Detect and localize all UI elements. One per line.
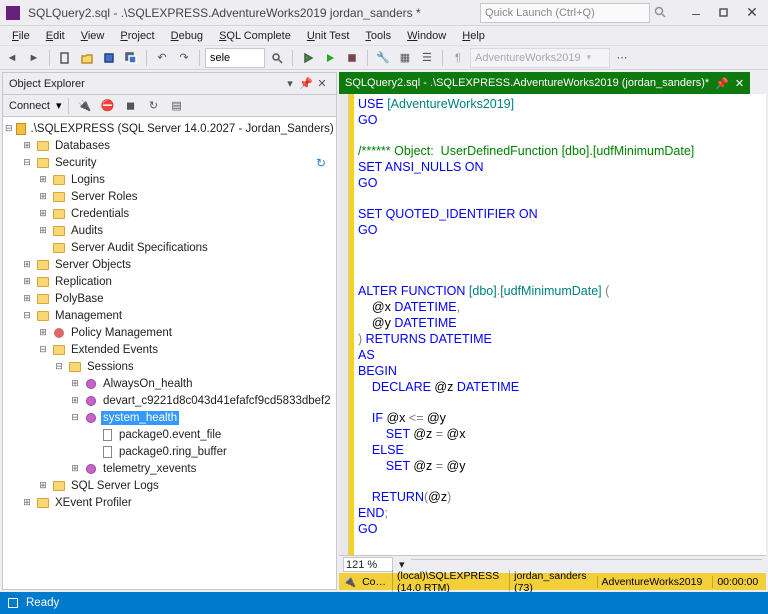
stop-button[interactable] bbox=[342, 48, 362, 68]
tab-close-icon[interactable]: ✕ bbox=[735, 77, 744, 90]
status-bar: Ready bbox=[0, 592, 768, 614]
refresh-conn-button[interactable]: ↻ bbox=[144, 96, 164, 116]
search-icon[interactable] bbox=[654, 6, 668, 20]
editor-tab-active[interactable]: SQLQuery2.sql - .\SQLEXPRESS.AdventureWo… bbox=[339, 72, 750, 94]
tree-server-objects[interactable]: ⊞Server Objects bbox=[5, 256, 334, 273]
connection-status-bar: 🔌 Co… (local)\SQLEXPRESS (14.0 RTM) jord… bbox=[339, 573, 766, 590]
menu-project[interactable]: Project bbox=[112, 28, 162, 44]
code-text[interactable]: USE [AdventureWorks2019] GO /****** Obje… bbox=[354, 94, 766, 555]
status-time: 00:00:00 bbox=[712, 576, 762, 588]
status-text: Ready bbox=[26, 597, 59, 609]
menu-bar: File Edit View Project Debug SQL Complet… bbox=[0, 26, 768, 46]
menu-debug[interactable]: Debug bbox=[163, 28, 211, 44]
menu-sqlcomplete[interactable]: SQL Complete bbox=[211, 28, 299, 44]
refresh-icon[interactable]: ↻ bbox=[316, 156, 334, 170]
tool-grid-icon[interactable]: ▦ bbox=[395, 48, 415, 68]
panel-connect-bar: Connect▾ 🔌 ⛔ ◼ ↻ ▤ bbox=[3, 95, 336, 117]
save-all-button[interactable] bbox=[121, 48, 141, 68]
minimize-button[interactable]: – bbox=[686, 3, 706, 23]
tree-sqllogs[interactable]: ⊞SQL Server Logs bbox=[5, 477, 334, 494]
object-explorer-panel: Object Explorer ▾ 📌 ✕ Connect▾ 🔌 ⛔ ◼ ↻ ▤… bbox=[2, 72, 337, 590]
tree-server-roles[interactable]: ⊞Server Roles bbox=[5, 188, 334, 205]
editor-gutter bbox=[339, 94, 349, 555]
save-button[interactable] bbox=[99, 48, 119, 68]
editor-tabs: SQLQuery2.sql - .\SQLEXPRESS.AdventureWo… bbox=[339, 72, 766, 94]
menu-tools[interactable]: Tools bbox=[357, 28, 399, 44]
tree-sessions[interactable]: ⊟Sessions bbox=[5, 358, 334, 375]
conn-status-text: Co… bbox=[362, 576, 386, 588]
execute-button[interactable] bbox=[298, 48, 318, 68]
nav-back-button[interactable]: ◄ bbox=[2, 48, 22, 68]
tree-replication[interactable]: ⊞Replication bbox=[5, 273, 334, 290]
tree-credentials[interactable]: ⊞Credentials bbox=[5, 205, 334, 222]
status-db: AdventureWorks2019 bbox=[597, 576, 707, 588]
editor-pane: SQLQuery2.sql - .\SQLEXPRESS.AdventureWo… bbox=[339, 72, 766, 590]
stop-conn-button[interactable]: ◼ bbox=[121, 96, 141, 116]
menu-file[interactable]: File bbox=[4, 28, 38, 44]
status-icon bbox=[8, 598, 18, 608]
status-user: jordan_sanders (73) bbox=[509, 570, 590, 594]
window-title: SQLQuery2.sql - .\SQLEXPRESS.AdventureWo… bbox=[28, 6, 421, 20]
menu-view[interactable]: View bbox=[73, 28, 113, 44]
close-button[interactable]: ✕ bbox=[742, 3, 762, 23]
title-bar: SQLQuery2.sql - .\SQLEXPRESS.AdventureWo… bbox=[0, 0, 768, 26]
tree-view[interactable]: ⊟.\SQLEXPRESS (SQL Server 14.0.2027 - Jo… bbox=[3, 117, 336, 589]
restore-button[interactable] bbox=[714, 3, 734, 23]
toolbar-row: ◄ ► ↶ ↷ 🔧 ▦ ☰ ¶ AdventureWorks2019▾ ⋯ bbox=[0, 46, 768, 70]
panel-title: Object Explorer bbox=[9, 78, 85, 90]
tree-pkg-ringbuffer[interactable]: ·package0.ring_buffer bbox=[5, 443, 334, 460]
filter-button[interactable]: ▤ bbox=[167, 96, 187, 116]
menu-window[interactable]: Window bbox=[399, 28, 454, 44]
tree-management[interactable]: ⊟Management bbox=[5, 307, 334, 324]
disconnect-button[interactable]: ⛔ bbox=[98, 96, 118, 116]
app-icon bbox=[6, 6, 20, 20]
code-editor[interactable]: USE [AdventureWorks2019] GO /****** Obje… bbox=[339, 94, 766, 555]
tree-server-audit-specs[interactable]: ·Server Audit Specifications bbox=[5, 239, 334, 256]
nav-fwd-button[interactable]: ► bbox=[24, 48, 44, 68]
tree-extended-events[interactable]: ⊟Extended Events bbox=[5, 341, 334, 358]
new-query-button[interactable] bbox=[55, 48, 75, 68]
tree-polybase[interactable]: ⊞PolyBase bbox=[5, 290, 334, 307]
tree-alwayson[interactable]: ⊞AlwaysOn_health bbox=[5, 375, 334, 392]
zoom-level[interactable]: 121 % bbox=[343, 557, 393, 572]
connect-label[interactable]: Connect bbox=[9, 100, 50, 112]
tab-label: SQLQuery2.sql - .\SQLEXPRESS.AdventureWo… bbox=[345, 77, 709, 89]
redo-button[interactable]: ↷ bbox=[174, 48, 194, 68]
quick-launch-input[interactable]: Quick Launch (Ctrl+Q) bbox=[480, 3, 650, 23]
tree-devart[interactable]: ⊞devart_c9221d8c043d41efafcf9cd5833dbef2 bbox=[5, 392, 334, 409]
tree-databases[interactable]: ⊞Databases bbox=[5, 137, 334, 154]
panel-pin-button[interactable]: 📌 bbox=[298, 76, 314, 92]
comment-button[interactable]: ¶ bbox=[448, 48, 468, 68]
tool-stack-icon[interactable]: ☰ bbox=[417, 48, 437, 68]
debug-button[interactable] bbox=[320, 48, 340, 68]
status-server: (local)\SQLEXPRESS (14.0 RTM) bbox=[392, 570, 503, 594]
find-button[interactable] bbox=[267, 48, 287, 68]
tool-wrench-icon[interactable]: 🔧 bbox=[373, 48, 393, 68]
conn-status-icon: 🔌 bbox=[343, 575, 356, 588]
menu-help[interactable]: Help bbox=[454, 28, 493, 44]
tree-audits[interactable]: ⊞Audits bbox=[5, 222, 334, 239]
tree-system-health[interactable]: ⊟system_health bbox=[5, 409, 334, 426]
tree-logins[interactable]: ⊞Logins bbox=[5, 171, 334, 188]
open-button[interactable] bbox=[77, 48, 97, 68]
tab-pin-icon[interactable]: 📌 bbox=[715, 77, 729, 90]
toolbar-more-icon[interactable]: ⋯ bbox=[612, 48, 632, 68]
menu-edit[interactable]: Edit bbox=[38, 28, 73, 44]
panel-menu-button[interactable]: ▾ bbox=[282, 76, 298, 92]
database-selector[interactable]: AdventureWorks2019▾ bbox=[470, 48, 610, 68]
tree-pkg-eventfile[interactable]: ·package0.event_file bbox=[5, 426, 334, 443]
connect-button[interactable]: 🔌 bbox=[75, 96, 95, 116]
tree-telemetry[interactable]: ⊞telemetry_xevents bbox=[5, 460, 334, 477]
toolbar-search-input[interactable] bbox=[205, 48, 265, 68]
tree-policy-mgmt[interactable]: ⊞Policy Management bbox=[5, 324, 334, 341]
tree-security[interactable]: ⊟Security↻ bbox=[5, 154, 334, 171]
menu-unittest[interactable]: Unit Test bbox=[299, 28, 358, 44]
undo-button[interactable]: ↶ bbox=[152, 48, 172, 68]
tree-xevent-profiler[interactable]: ⊞XEvent Profiler bbox=[5, 494, 334, 511]
tree-server-node[interactable]: ⊟.\SQLEXPRESS (SQL Server 14.0.2027 - Jo… bbox=[5, 120, 334, 137]
panel-close-button[interactable]: ✕ bbox=[314, 76, 330, 92]
